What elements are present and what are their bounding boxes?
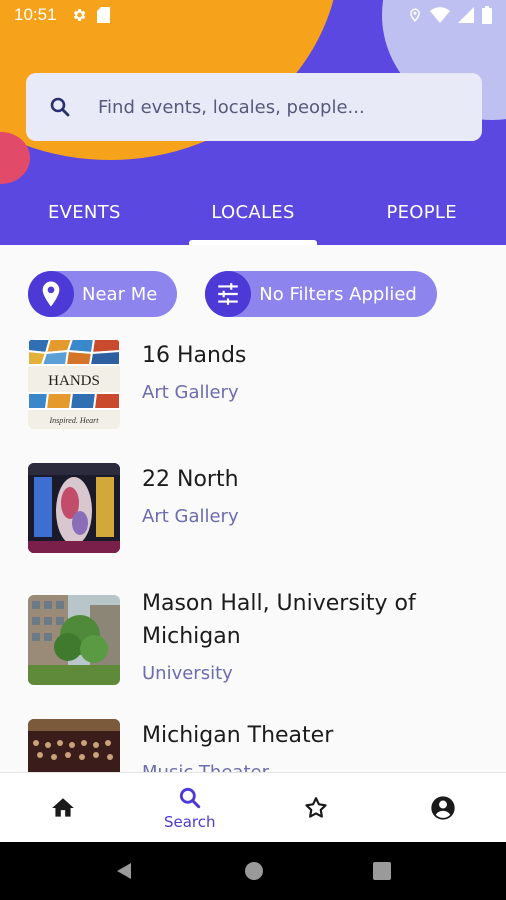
filters-chip[interactable]: No Filters Applied: [205, 271, 437, 317]
battery-icon: [482, 6, 492, 24]
locale-thumbnail: [28, 719, 120, 772]
search-bar[interactable]: [26, 73, 482, 141]
location-pin-icon: [28, 271, 74, 317]
search-input[interactable]: [98, 96, 468, 118]
home-icon: [50, 795, 76, 821]
signal-icon: [458, 7, 474, 23]
tab-people[interactable]: PEOPLE: [337, 188, 506, 245]
near-me-chip[interactable]: Near Me: [28, 271, 178, 317]
account-icon: [429, 794, 457, 822]
locale-name: 22 North: [142, 467, 239, 492]
locale-thumbnail: [28, 463, 120, 553]
nav-search-label: Search: [163, 812, 216, 831]
tab-events[interactable]: EVENTS: [0, 188, 169, 245]
location-icon: [408, 6, 422, 24]
svg-text:Inspired. Heart: Inspired. Heart: [48, 416, 99, 425]
locale-name: Michigan Theater: [142, 723, 334, 748]
tab-locales[interactable]: LOCALES: [169, 188, 338, 245]
locale-name: 16 Hands: [142, 343, 247, 368]
nav-home[interactable]: [0, 773, 127, 842]
list-item[interactable]: HANDS Inspired. Heart 16 Hands Art Galle…: [28, 339, 478, 429]
near-me-label: Near Me: [82, 283, 158, 305]
locale-category: Music Theater: [142, 762, 333, 772]
status-time: 10:51: [14, 5, 57, 24]
status-bar: 10:51: [0, 0, 506, 30]
locale-category: Art Gallery: [142, 382, 239, 403]
star-icon: [303, 795, 329, 821]
recents-icon[interactable]: [373, 862, 392, 880]
list-item[interactable]: Michigan Theater Music Theater: [28, 719, 478, 772]
list-item[interactable]: 22 North Art Gallery: [28, 463, 478, 553]
nav-profile[interactable]: [380, 773, 506, 842]
filter-chips: Near Me No Filters Applied: [28, 271, 437, 317]
locale-thumbnail: HANDS Inspired. Heart: [28, 339, 120, 429]
filters-label: No Filters Applied: [259, 283, 417, 305]
bottom-navigation: Search: [0, 772, 506, 842]
locale-category: Art Gallery: [142, 506, 239, 527]
nav-favorites[interactable]: [253, 773, 380, 842]
search-icon: [177, 785, 203, 811]
sd-card-icon: [96, 7, 110, 23]
nav-search[interactable]: Search: [127, 773, 254, 842]
header: 10:51 EVENTS LOCALES: [0, 0, 506, 245]
back-icon[interactable]: [115, 861, 135, 881]
settings-icon: [71, 7, 87, 23]
locale-name: Mason Hall, University of Michigan: [142, 591, 416, 649]
locale-thumbnail: [28, 595, 120, 685]
wifi-icon: [430, 7, 450, 23]
list-item[interactable]: Mason Hall, University of Michigan Unive…: [28, 587, 478, 685]
tune-icon: [205, 271, 252, 317]
locale-list: HANDS Inspired. Heart 16 Hands Art Galle…: [28, 339, 478, 772]
home-circle-icon[interactable]: [244, 861, 264, 881]
svg-text:HANDS: HANDS: [48, 373, 100, 389]
category-tabs: EVENTS LOCALES PEOPLE: [0, 188, 506, 245]
search-icon: [26, 73, 94, 141]
system-navigation-bar: [0, 842, 506, 900]
locales-content: Near Me No Filters Applied HANDS Inspire…: [0, 245, 506, 772]
locale-category: University: [142, 663, 233, 684]
